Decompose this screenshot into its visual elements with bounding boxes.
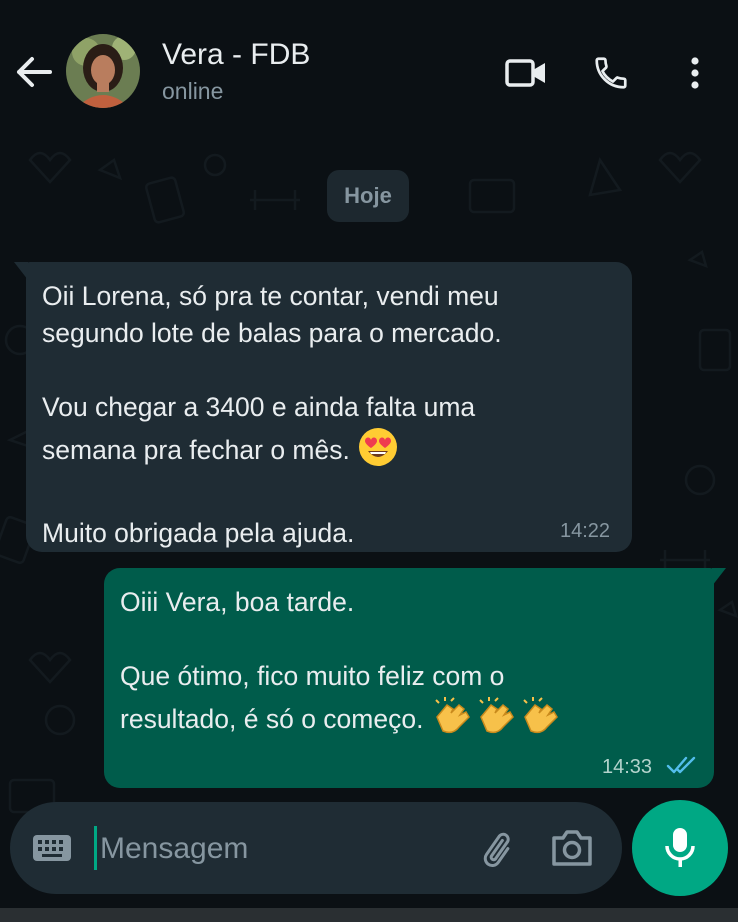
camera-icon[interactable] <box>550 828 594 873</box>
bubble-tail <box>14 262 28 280</box>
message-text: Oiii Vera, boa tarde. Que ótimo, fico mu… <box>120 584 563 747</box>
outgoing-message[interactable]: Oiii Vera, boa tarde. Que ótimo, fico mu… <box>104 568 726 788</box>
more-vert-icon[interactable] <box>672 50 718 96</box>
avatar[interactable] <box>66 34 140 108</box>
read-ticks-icon <box>666 754 698 781</box>
text-caret <box>94 826 97 870</box>
message-text: Oii Lorena, só pra te contar, vendi meu … <box>42 281 502 548</box>
keyboard-icon[interactable] <box>32 834 72 867</box>
incoming-message[interactable]: Oii Lorena, só pra te contar, vendi meu … <box>14 262 632 552</box>
system-nav-strip <box>0 908 738 922</box>
contact-name[interactable]: Vera - FDB <box>162 38 310 72</box>
chat-header: Vera - FDB online <box>0 0 738 140</box>
message-time: 14:33 <box>602 756 653 778</box>
message-time: 14:22 <box>560 520 611 542</box>
video-call-icon[interactable] <box>503 50 549 96</box>
contact-status: online <box>162 78 224 104</box>
phone-call-icon[interactable] <box>588 50 634 96</box>
heart-eyes-emoji <box>357 426 399 478</box>
message-composer[interactable]: Mensagem <box>10 802 622 894</box>
clapping-hands-emoji <box>431 695 563 747</box>
microphone-button[interactable] <box>632 800 728 896</box>
microphone-icon <box>665 828 695 867</box>
back-arrow-icon[interactable] <box>14 52 54 92</box>
bubble-tail <box>712 568 726 586</box>
paperclip-icon[interactable] <box>478 828 522 877</box>
date-separator: Hoje <box>327 170 409 222</box>
message-input[interactable]: Mensagem <box>100 832 248 866</box>
